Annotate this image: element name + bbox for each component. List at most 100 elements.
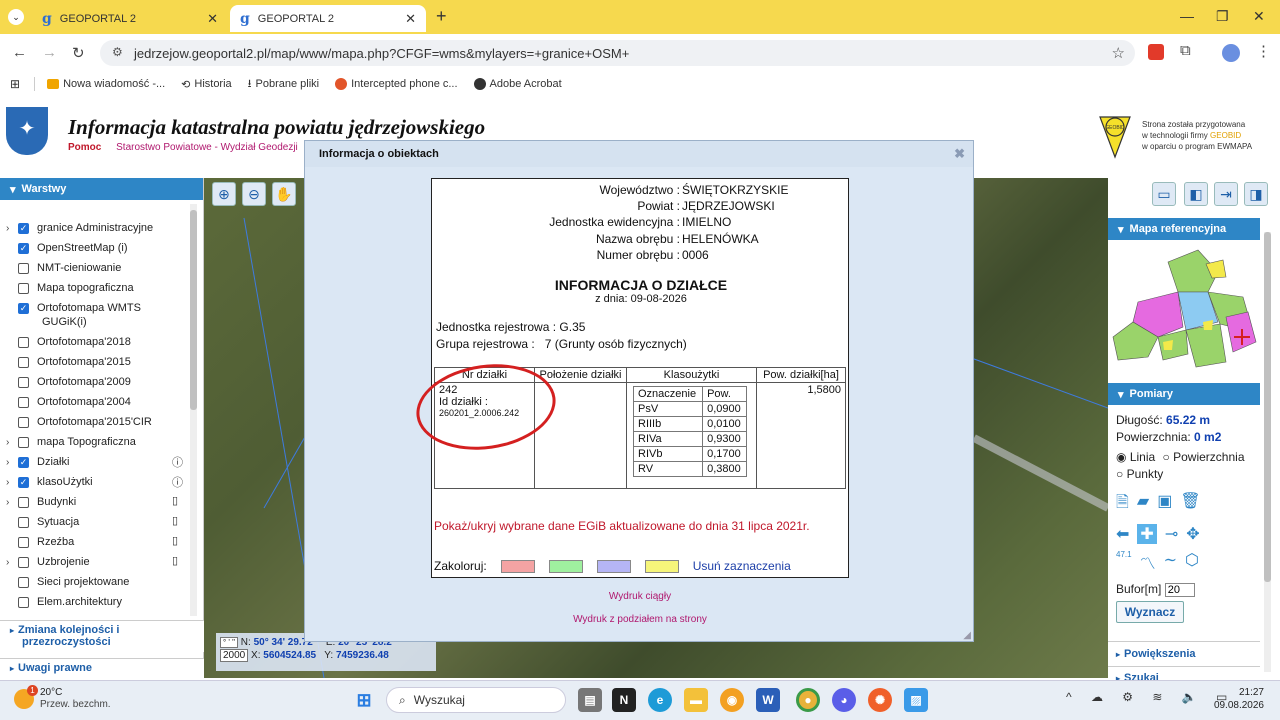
info-file-icon[interactable]: ⓘ	[172, 474, 183, 490]
task-view-icon[interactable]: ▤	[578, 688, 602, 712]
messenger-icon[interactable]: ◕	[832, 688, 856, 712]
edge-icon[interactable]: e	[648, 688, 672, 712]
print-continuous-link[interactable]: Wydruk ciągły	[305, 591, 975, 602]
tab-geoportal-1[interactable]: g GEOPORTAL 2 ✕	[32, 5, 228, 32]
layer-checkbox[interactable]: ✓	[18, 242, 29, 254]
bookmark-acrobat[interactable]: Adobe Acrobat	[473, 78, 562, 90]
minimize-icon[interactable]: —	[1180, 8, 1194, 24]
layout-right-icon[interactable]: ◨	[1244, 182, 1268, 206]
pomiary-header[interactable]: ▾ Pomiary	[1108, 383, 1260, 405]
scale-icon[interactable]: 47.1	[1116, 550, 1132, 574]
layer-item[interactable]: Ortofotomapa'2015'CIR	[6, 414, 152, 430]
right-scrollbar[interactable]	[1264, 232, 1271, 672]
profile-icon[interactable]	[1222, 44, 1240, 62]
bookmark-mail[interactable]: Nowa wiadomość -...	[47, 78, 165, 90]
save-icon[interactable]: ▣	[1157, 491, 1172, 518]
file-icon[interactable]: ▯	[172, 514, 178, 527]
ref-map-header[interactable]: ▾ Mapa referencyjna	[1108, 218, 1260, 240]
layer-item[interactable]: › Uzbrojenie	[6, 554, 90, 570]
file-icon[interactable]: ▯	[172, 534, 178, 547]
layer-checkbox[interactable]	[18, 496, 29, 508]
photos-icon[interactable]: ▨	[904, 688, 928, 712]
color-swatch-yellow[interactable]	[644, 559, 679, 573]
layer-checkbox[interactable]	[18, 416, 29, 428]
layer-item[interactable]: › Budynki	[6, 494, 76, 510]
layer-checkbox[interactable]: ✓	[18, 302, 29, 314]
dialog-header[interactable]: Informacja o obiektach	[305, 141, 973, 167]
layer-checkbox[interactable]	[18, 262, 29, 274]
taskbar-search[interactable]: ⌕ Wyszukaj	[386, 687, 566, 713]
file-explorer-icon[interactable]: ▬	[684, 688, 708, 712]
layer-item[interactable]: NMT-cieniowanie	[6, 260, 121, 276]
geobid-brand-link[interactable]: GEOBID	[1210, 131, 1241, 140]
clear-selection-link[interactable]: Usuń zaznaczenia	[693, 559, 791, 573]
bookmark-history[interactable]: ⟲ Historia	[181, 78, 232, 91]
print-paged-link[interactable]: Wydruk z podziałem na strony	[305, 614, 975, 625]
layer-checkbox[interactable]	[18, 356, 29, 368]
expand-chevron-icon[interactable]: ›	[6, 477, 18, 488]
folder-icon[interactable]: ▰	[1137, 491, 1149, 518]
bookmark-intercepted[interactable]: Intercepted phone c...	[335, 78, 458, 90]
wyznacz-button[interactable]: Wyznacz	[1116, 601, 1184, 623]
url-field[interactable]: ⚙ jedrzejow.geoportal2.pl/map/www/mapa.p…	[100, 40, 1135, 66]
layer-item[interactable]: › ✓ Działki	[6, 454, 69, 470]
toggle-egib-link[interactable]: Pokaż/ukryj wybrane dane EGiB aktualizow…	[434, 519, 810, 533]
layer-checkbox[interactable]: ✓	[18, 222, 29, 234]
layer-item[interactable]: Ortofotomapa'2015	[6, 354, 131, 370]
move-icon[interactable]: ✥	[1186, 524, 1199, 544]
apps-icon[interactable]: ⊞	[10, 77, 20, 91]
layer-item[interactable]: Elem.architektury	[6, 594, 122, 610]
tab-list-button[interactable]: ⌄	[8, 9, 24, 25]
close-tab-icon[interactable]: ✕	[207, 11, 218, 27]
layer-item[interactable]: Ortofotomapa'2009	[6, 374, 131, 390]
file-icon[interactable]: ▯	[172, 494, 178, 507]
menu-icon[interactable]: ⋮	[1256, 42, 1271, 60]
bufor-input[interactable]	[1164, 583, 1195, 597]
bookmark-star-icon[interactable]: ☆	[1112, 44, 1125, 62]
file-icon[interactable]: ▯	[172, 554, 178, 567]
deg-format-button[interactable]: ° ' "	[220, 637, 239, 648]
radio-powierzchnia[interactable]: ○	[1163, 450, 1170, 464]
add-point-icon[interactable]: ✚	[1137, 524, 1157, 544]
layout-export-icon[interactable]: ⇥	[1214, 182, 1238, 206]
layer-checkbox[interactable]	[18, 536, 29, 548]
layer-item[interactable]: Rzeźba	[6, 534, 74, 550]
zoom-in-icon[interactable]: ⊕	[212, 182, 236, 206]
segment-icon[interactable]: ⊸	[1165, 524, 1178, 544]
weather-widget[interactable]: 1 20°C Przew. bezchm.	[14, 685, 111, 711]
path-icon[interactable]: 〽	[1140, 550, 1156, 574]
puzzle-icon[interactable]: ⧉	[1180, 42, 1191, 59]
radio-punkty[interactable]: ○	[1116, 467, 1123, 481]
new-tab-button[interactable]: +	[436, 6, 447, 27]
document-icon[interactable]: 🗎	[1116, 491, 1129, 518]
close-dialog-icon[interactable]: ✖	[954, 146, 965, 162]
uwagi-section[interactable]: ▸ Uwagi prawne	[0, 658, 204, 678]
arrow-left-icon[interactable]: ⬅	[1116, 524, 1129, 544]
layer-checkbox[interactable]: ✓	[18, 456, 29, 468]
radio-linia[interactable]: ◉	[1116, 450, 1126, 464]
expand-chevron-icon[interactable]: ›	[6, 457, 18, 468]
layer-item[interactable]: Ortofotomapa'2018	[6, 334, 131, 350]
layer-checkbox[interactable]	[18, 282, 29, 294]
epsg-button[interactable]: 2000	[220, 649, 249, 662]
word-icon[interactable]: W	[756, 688, 780, 712]
scroll-thumb[interactable]	[1264, 232, 1271, 582]
trash-icon[interactable]: 🗑	[1180, 491, 1200, 518]
close-tab-icon[interactable]: ✕	[405, 11, 416, 27]
layer-item[interactable]: Ortofotomapa'2004	[6, 394, 131, 410]
windows-start-icon[interactable]: ⊞	[352, 688, 376, 712]
office-link[interactable]: Starostwo Powiatowe - Wydział Geodezji	[116, 142, 298, 153]
layers-scrollbar[interactable]	[190, 204, 197, 616]
help-link[interactable]: Pomoc	[68, 142, 101, 153]
layer-item[interactable]: Sieci projektowane	[6, 574, 129, 590]
layout-full-icon[interactable]: ▭	[1152, 182, 1176, 206]
color-swatch-green[interactable]	[548, 559, 583, 573]
layer-checkbox[interactable]	[18, 436, 29, 448]
extension-icon[interactable]	[1148, 44, 1164, 60]
forward-icon[interactable]: →	[42, 44, 57, 61]
clock[interactable]: 21:27 09.08.2026	[1210, 686, 1264, 712]
bookmark-downloads[interactable]: ⭳ Pobrane pliki	[248, 75, 319, 94]
zmiana-section[interactable]: ▸ Zmiana kolejności i przezroczystości	[0, 620, 204, 652]
resize-handle-icon[interactable]: ◢	[963, 630, 971, 641]
expand-chevron-icon[interactable]: ›	[6, 557, 18, 568]
